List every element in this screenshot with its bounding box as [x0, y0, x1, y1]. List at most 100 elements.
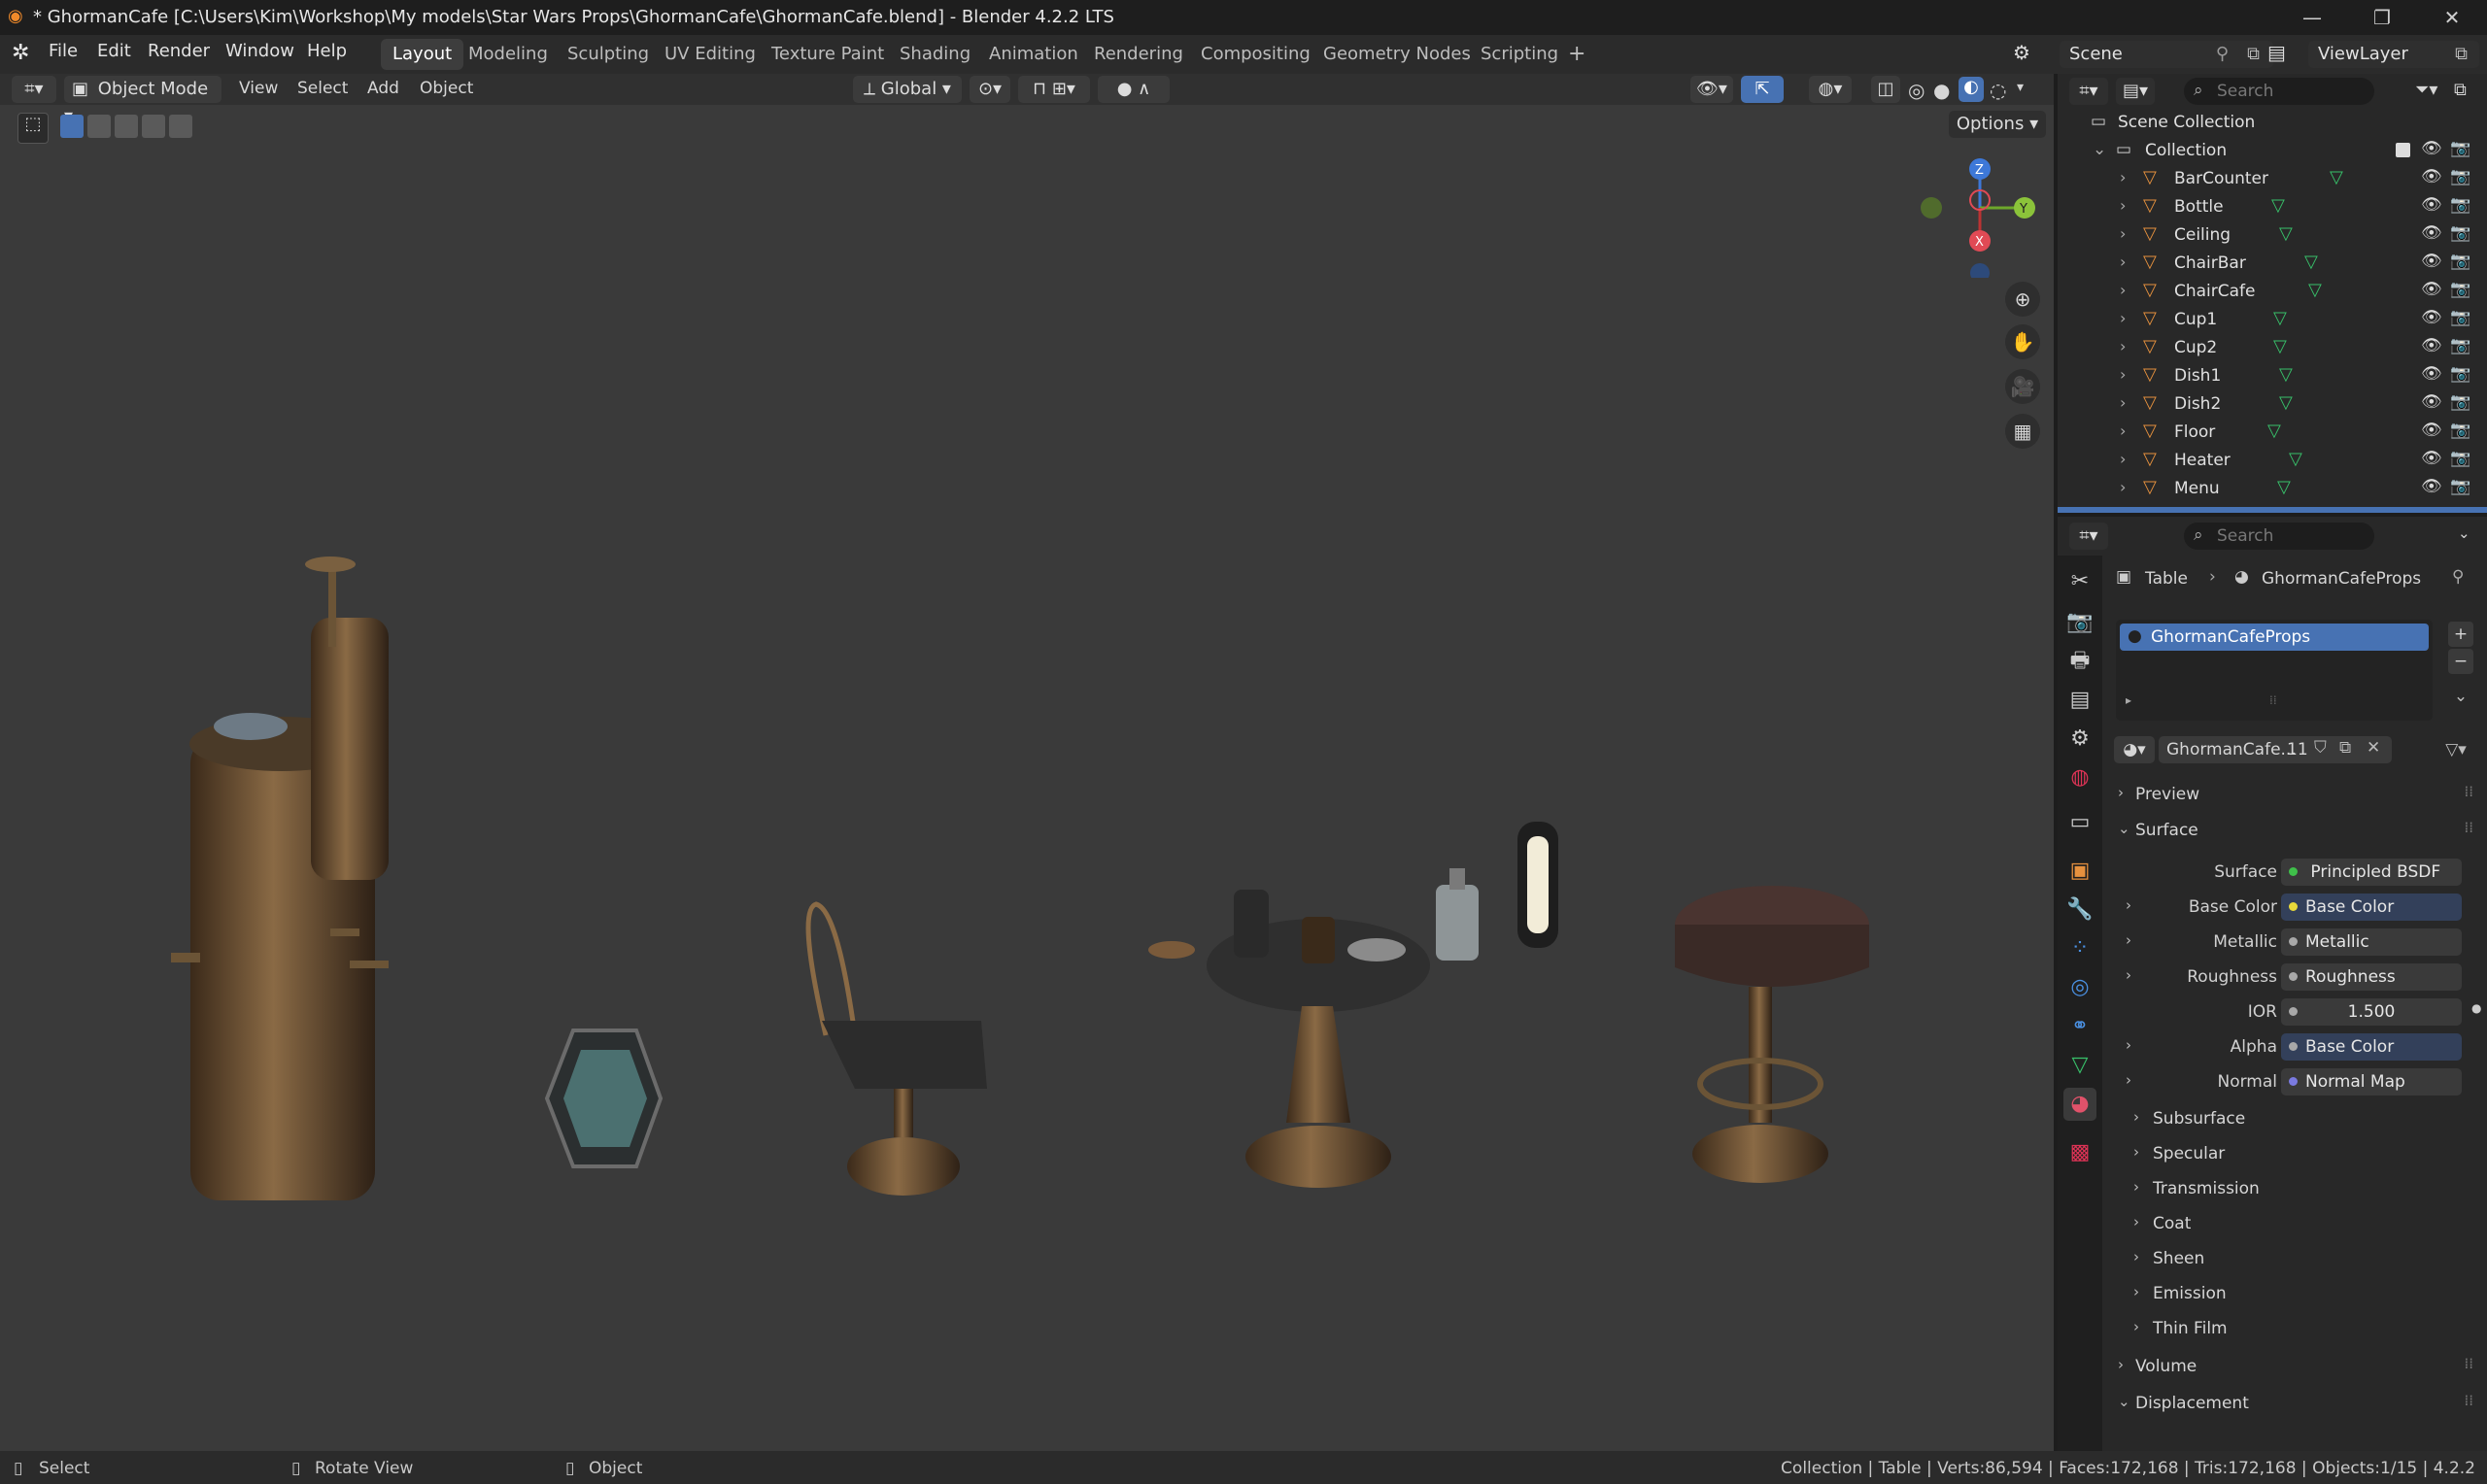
add-slot-button[interactable]: +	[2448, 622, 2473, 647]
user-count[interactable]: 11	[2287, 740, 2308, 759]
display-mode-icon[interactable]: ▤▾	[2116, 78, 2155, 105]
viewlayer-selector[interactable]: ViewLayer ⧉	[2308, 41, 2479, 68]
mesh-data-icon[interactable]: ▽	[2279, 364, 2293, 385]
preview-section[interactable]: › Preview ⁞⁞	[2108, 778, 2487, 811]
camera-icon[interactable]: 📷	[2450, 449, 2470, 468]
camera-icon[interactable]: 📷	[2450, 280, 2470, 299]
tab-shading[interactable]: Shading	[888, 39, 982, 70]
menu-file[interactable]: File	[49, 41, 78, 61]
material-name-field[interactable]: GhormanCafe... 11 ⛉ ⧉ ✕	[2159, 736, 2392, 763]
outliner-row-chairbar[interactable]: › ▽ ChairBar ▽ 👁 📷	[2058, 250, 2487, 278]
material-slot-list[interactable]: ● GhormanCafeProps ▸ ⁞⁞	[2116, 620, 2433, 721]
eye-icon[interactable]: 👁	[2421, 223, 2442, 243]
eye-icon[interactable]: 👁	[2421, 449, 2442, 468]
expand-alpha-icon[interactable]: ›	[2126, 1036, 2131, 1054]
mesh-data-icon[interactable]: ▽	[2273, 336, 2287, 356]
minimize-button[interactable]: —	[2285, 4, 2339, 31]
output-tab-icon[interactable]: 🖶	[2063, 645, 2096, 678]
expand-icon[interactable]: ›	[2120, 224, 2126, 243]
remove-slot-button[interactable]: −	[2448, 649, 2473, 674]
properties-options-icon[interactable]: ⌄	[2458, 524, 2470, 542]
slot-specials-button[interactable]: ⌄	[2448, 684, 2473, 709]
area-divider[interactable]	[2054, 74, 2058, 1451]
expand-icon[interactable]: ›	[2120, 253, 2126, 271]
outliner-row-bottle[interactable]: › ▽ Bottle ▽ 👁 📷	[2058, 193, 2487, 221]
properties-search-field[interactable]: ⌕ Search	[2184, 523, 2374, 550]
eye-icon[interactable]: 👁	[2421, 336, 2442, 355]
tool-tab-icon[interactable]: ✂	[2063, 565, 2096, 598]
outliner-row-dish1[interactable]: › ▽ Dish1 ▽ 👁 📷	[2058, 362, 2487, 390]
camera-icon[interactable]: 📷	[2450, 364, 2470, 384]
object-name[interactable]: Dish1	[2174, 366, 2221, 386]
expand-icon[interactable]: ›	[2120, 393, 2126, 412]
ior-field[interactable]: 1.500	[2281, 998, 2462, 1026]
mesh-data-icon[interactable]: ▽	[2273, 308, 2287, 328]
list-resize-handle[interactable]: ⁞⁞	[2269, 693, 2277, 707]
new-collection-icon[interactable]: ⧉	[2454, 80, 2467, 100]
viewlayer-icon[interactable]: ▤	[2267, 41, 2286, 64]
normal-field[interactable]: Normal Map	[2281, 1068, 2462, 1096]
render-tab-icon[interactable]: 📷	[2063, 606, 2096, 639]
eye-icon[interactable]: 👁	[2421, 477, 2442, 496]
expand-icon[interactable]: ›	[2120, 281, 2126, 299]
camera-icon[interactable]: 📷	[2450, 167, 2470, 186]
tab-geometry-nodes[interactable]: Geometry Nodes	[1312, 39, 1482, 70]
table-object[interactable]	[1148, 890, 1430, 1188]
outliner-editor-type-icon[interactable]: ⌗▾	[2069, 78, 2108, 105]
surface-section[interactable]: ⌄ Surface ⁞⁞	[2108, 814, 2487, 847]
expand-icon[interactable]: ›	[2120, 337, 2126, 355]
object-name[interactable]: Cup1	[2174, 310, 2217, 329]
menu-render[interactable]: Render	[148, 41, 210, 61]
properties-editor-type-icon[interactable]: ⌗▾	[2069, 523, 2108, 550]
camera-icon[interactable]: 📷	[2450, 392, 2470, 412]
chaircafe-object[interactable]	[805, 901, 987, 1196]
drag-handle-icon[interactable]: ⁞⁞	[2464, 1355, 2473, 1372]
unlink-material-icon[interactable]: ✕	[2367, 738, 2380, 758]
menu-object[interactable]	[544, 1029, 664, 1168]
menu-window[interactable]: Window	[225, 41, 294, 61]
outliner-row-heater[interactable]: › ▽ Heater ▽ 👁 📷	[2058, 447, 2487, 475]
menu-help[interactable]: Help	[307, 41, 347, 61]
mesh-data-icon[interactable]: ▽	[2308, 280, 2322, 300]
collection-tab-icon[interactable]: ▭	[2063, 806, 2096, 839]
alpha-field[interactable]: Base Color	[2281, 1033, 2462, 1061]
surface-shader-field[interactable]: Principled BSDF	[2281, 859, 2462, 886]
object-name[interactable]: Ceiling	[2174, 225, 2231, 245]
object-name[interactable]: Menu	[2174, 479, 2220, 498]
link-mode-icon[interactable]: ▽▾	[2435, 736, 2477, 763]
outliner-row-floor[interactable]: › ▽ Floor ▽ 👁 📷	[2058, 419, 2487, 447]
new-scene-icon[interactable]: ⧉	[2247, 41, 2260, 68]
camera-icon[interactable]: 📷	[2450, 308, 2470, 327]
expand-base-color-icon[interactable]: ›	[2126, 896, 2131, 914]
thin-film-subsection[interactable]: › Thin Film	[2108, 1312, 2487, 1345]
outliner-row-cup1[interactable]: › ▽ Cup1 ▽ 👁 📷	[2058, 306, 2487, 334]
scene-icon[interactable]: ⚙	[2013, 41, 2030, 64]
expand-icon[interactable]: ›	[2120, 422, 2126, 440]
expand-icon[interactable]: ›	[2120, 478, 2126, 496]
transmission-subsection[interactable]: › Transmission	[2108, 1172, 2487, 1205]
material-browse-icon[interactable]: ◕▾	[2114, 736, 2155, 763]
camera-icon[interactable]: 📷	[2450, 139, 2470, 158]
filter-icon[interactable]: ⏷▾	[2415, 80, 2437, 100]
tab-animation[interactable]: Animation	[977, 39, 1090, 70]
mesh-data-icon[interactable]: ▽	[2330, 167, 2343, 187]
physics-tab-icon[interactable]: ◎	[2063, 971, 2096, 1004]
camera-icon[interactable]: 📷	[2450, 421, 2470, 440]
eye-icon[interactable]: 👁	[2421, 167, 2442, 186]
mesh-data-icon[interactable]: ▽	[2304, 252, 2318, 272]
metallic-field[interactable]: Metallic	[2281, 928, 2462, 956]
outliner-row-menu[interactable]: › ▽ Menu ▽ 👁 📷	[2058, 475, 2487, 503]
fake-user-icon[interactable]: ⛉	[2314, 738, 2327, 758]
camera-icon[interactable]: 📷	[2450, 195, 2470, 215]
world-tab-icon[interactable]: ◍	[2063, 761, 2096, 794]
outliner-search-field[interactable]: ⌕ Search	[2184, 78, 2374, 105]
material-tab-icon[interactable]: ◕	[2063, 1088, 2096, 1121]
constraints-tab-icon[interactable]: ⚭	[2063, 1010, 2096, 1043]
object-name[interactable]: BarCounter	[2174, 169, 2268, 188]
mesh-data-icon[interactable]: ▽	[2271, 195, 2285, 216]
heater-object[interactable]	[171, 556, 389, 1200]
particles-tab-icon[interactable]: ⁘	[2063, 932, 2096, 965]
expand-icon[interactable]: ›	[2120, 450, 2126, 468]
list-expand-icon[interactable]: ▸	[2126, 693, 2131, 707]
new-viewlayer-icon[interactable]: ⧉	[2455, 41, 2468, 68]
